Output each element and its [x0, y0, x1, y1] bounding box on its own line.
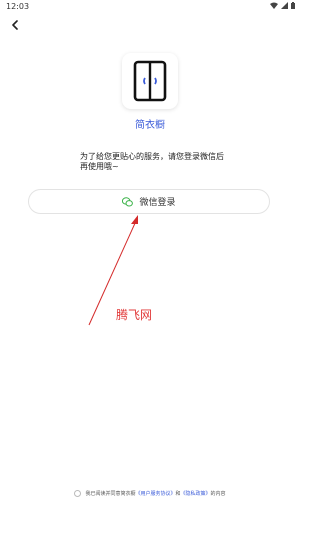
app-name: 简衣橱 — [135, 120, 165, 131]
wechat-login-label: 微信登录 — [139, 198, 176, 208]
app-logo — [122, 53, 178, 109]
wechat-login-button[interactable]: 微信登录 — [28, 189, 270, 214]
status-bar: 12:03 — [0, 0, 300, 14]
status-icons — [270, 2, 295, 9]
agreement-suffix: 的内容 — [210, 491, 226, 497]
wifi-icon — [270, 2, 278, 9]
wardrobe-icon — [133, 60, 167, 102]
wechat-icon — [122, 196, 134, 207]
signal-icon — [281, 2, 288, 9]
user-agreement-link[interactable]: 《用户服务协议》 — [135, 490, 175, 497]
status-time: 12:03 — [6, 2, 30, 11]
back-arrow-icon — [12, 20, 18, 30]
battery-icon — [291, 2, 295, 9]
intro-text: 为了给您更贴心的服务，请您登录微信后再使用哦~ — [80, 152, 224, 171]
watermark-text: 腾飞网 — [116, 308, 153, 322]
privacy-policy-link[interactable]: 《隐私政策》 — [181, 490, 211, 497]
agreement-radio[interactable] — [74, 490, 82, 497]
agreement-prefix: 我已阅读并同意简衣橱 — [85, 491, 136, 497]
back-button[interactable] — [6, 16, 24, 34]
agreement-row: 我已阅读并同意简衣橱 《用户服务协议》 和 《隐私政策》 的内容 — [0, 490, 300, 497]
